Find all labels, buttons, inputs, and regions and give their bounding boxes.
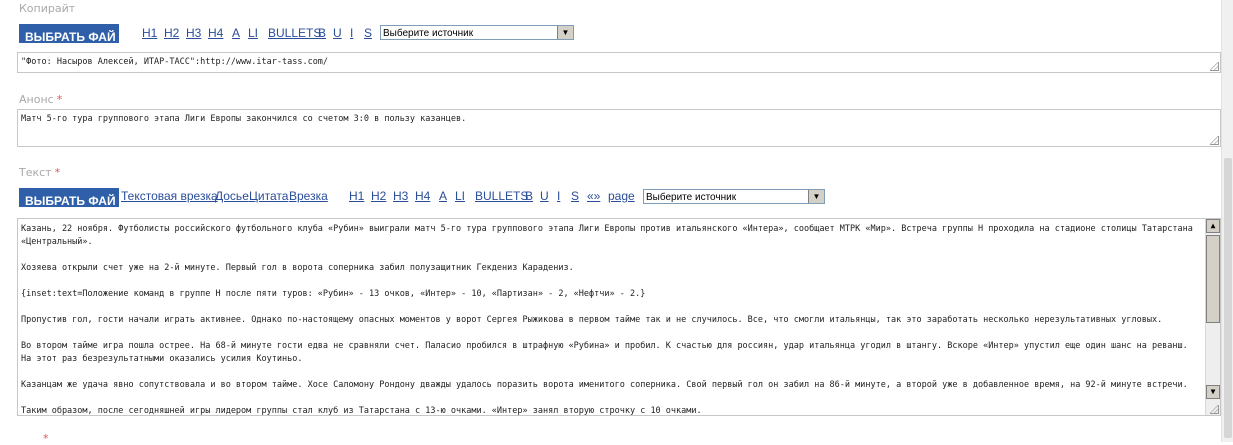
toolbar-li[interactable]: LI [455, 189, 465, 203]
toolbar-bold[interactable]: B [318, 26, 326, 40]
chevron-down-icon: ▼ [808, 190, 824, 203]
text-body-scrollbar[interactable]: ▲ ▼ [1205, 219, 1220, 415]
announce-field-value: Матч 5-го тура группового этапа Лиги Евр… [21, 114, 467, 124]
text-source-select-value: Выберите источник [646, 192, 737, 203]
toolbar-bullets[interactable]: BULLETS [268, 26, 321, 40]
page-scrollbar[interactable] [1221, 0, 1233, 442]
toolbar-page[interactable]: page [608, 189, 635, 203]
body-paragraph: Пропустив гол, гости начали играть актив… [21, 315, 1163, 325]
page-scrollbar-thumb[interactable] [1224, 158, 1232, 438]
copyright-field[interactable]: "Фото: Насыров Алексей, ИТАР-ТАСС":http:… [17, 52, 1221, 73]
toolbar-h3[interactable]: H3 [186, 26, 201, 40]
toolbar-underline[interactable]: U [540, 189, 549, 203]
required-mark: * [56, 93, 63, 106]
body-paragraph: Таким образом, после сегодняшней игры ли… [21, 406, 702, 416]
toolbar-quotes[interactable]: «» [587, 189, 600, 203]
arrow-down-icon[interactable]: ▼ [1206, 385, 1220, 399]
insert-quote-link[interactable]: Цитата [249, 189, 288, 203]
required-mark: * [43, 432, 49, 445]
copyright-field-value: "Фото: Насыров Алексей, ИТАР-ТАСС":http:… [21, 57, 329, 67]
announce-field[interactable]: Матч 5-го тура группового этапа Лиги Евр… [17, 109, 1221, 147]
body-paragraph: {inset:text=Положение команд в группе H … [21, 289, 646, 299]
resize-grip-icon[interactable] [1210, 62, 1219, 71]
toolbar-h3[interactable]: H3 [393, 189, 408, 203]
toolbar-a[interactable]: A [232, 26, 240, 40]
copyright-source-select[interactable]: Выберите источник ▼ [380, 25, 574, 40]
body-paragraph: Казань, 22 ноября. Футболисты российског… [21, 224, 1193, 247]
scrollbar-thumb[interactable] [1206, 235, 1220, 323]
copyright-label: Копирайт [19, 2, 76, 15]
text-upload-button[interactable]: ВЫБРАТЬ ФАЙ [19, 188, 119, 207]
copyright-source-select-value: Выберите источник [383, 28, 474, 39]
arrow-up-icon[interactable]: ▲ [1206, 219, 1220, 233]
toolbar-a[interactable]: A [439, 189, 447, 203]
announce-label: Анонс * [19, 93, 63, 106]
toolbar-li[interactable]: LI [248, 26, 258, 40]
toolbar-h2[interactable]: H2 [371, 189, 386, 203]
toolbar-bullets[interactable]: BULLETS [475, 189, 528, 203]
toolbar-italic[interactable]: I [350, 26, 353, 40]
toolbar-h2[interactable]: H2 [164, 26, 179, 40]
resize-grip-icon[interactable] [1210, 136, 1219, 145]
insert-dossier-link[interactable]: Досье [215, 189, 249, 203]
toolbar-strike[interactable]: S [571, 189, 579, 203]
resize-grip-icon[interactable] [1210, 405, 1219, 414]
toolbar-bold[interactable]: B [525, 189, 533, 203]
insert-inset-link[interactable]: Врезка [289, 189, 328, 203]
chevron-down-icon: ▼ [557, 26, 573, 39]
toolbar-strike[interactable]: S [364, 26, 372, 40]
body-paragraph: Хозяева открыли счет уже на 2-й минуте. … [21, 263, 574, 273]
insert-text-inset-link[interactable]: Текстовая врезка [121, 189, 218, 203]
copyright-upload-button[interactable]: ВЫБРАТЬ ФАЙ [19, 24, 119, 43]
text-label: Текст * [19, 166, 61, 179]
body-paragraph: Во втором тайме игра пошла острее. На 68… [21, 341, 1188, 364]
toolbar-italic[interactable]: I [557, 189, 560, 203]
text-body-content: Казань, 22 ноября. Футболисты российског… [21, 223, 1201, 416]
required-mark: * [54, 166, 61, 179]
body-paragraph: Казанцам же удача явно сопутствовала и в… [21, 380, 1188, 390]
toolbar-underline[interactable]: U [333, 26, 342, 40]
text-body-field[interactable]: Казань, 22 ноября. Футболисты российског… [17, 218, 1221, 416]
toolbar-h4[interactable]: H4 [208, 26, 223, 40]
toolbar-h4[interactable]: H4 [415, 189, 430, 203]
text-source-select[interactable]: Выберите источник ▼ [643, 189, 825, 204]
toolbar-h1[interactable]: H1 [142, 26, 157, 40]
next-section-label: * [19, 432, 49, 445]
toolbar-h1[interactable]: H1 [349, 189, 364, 203]
